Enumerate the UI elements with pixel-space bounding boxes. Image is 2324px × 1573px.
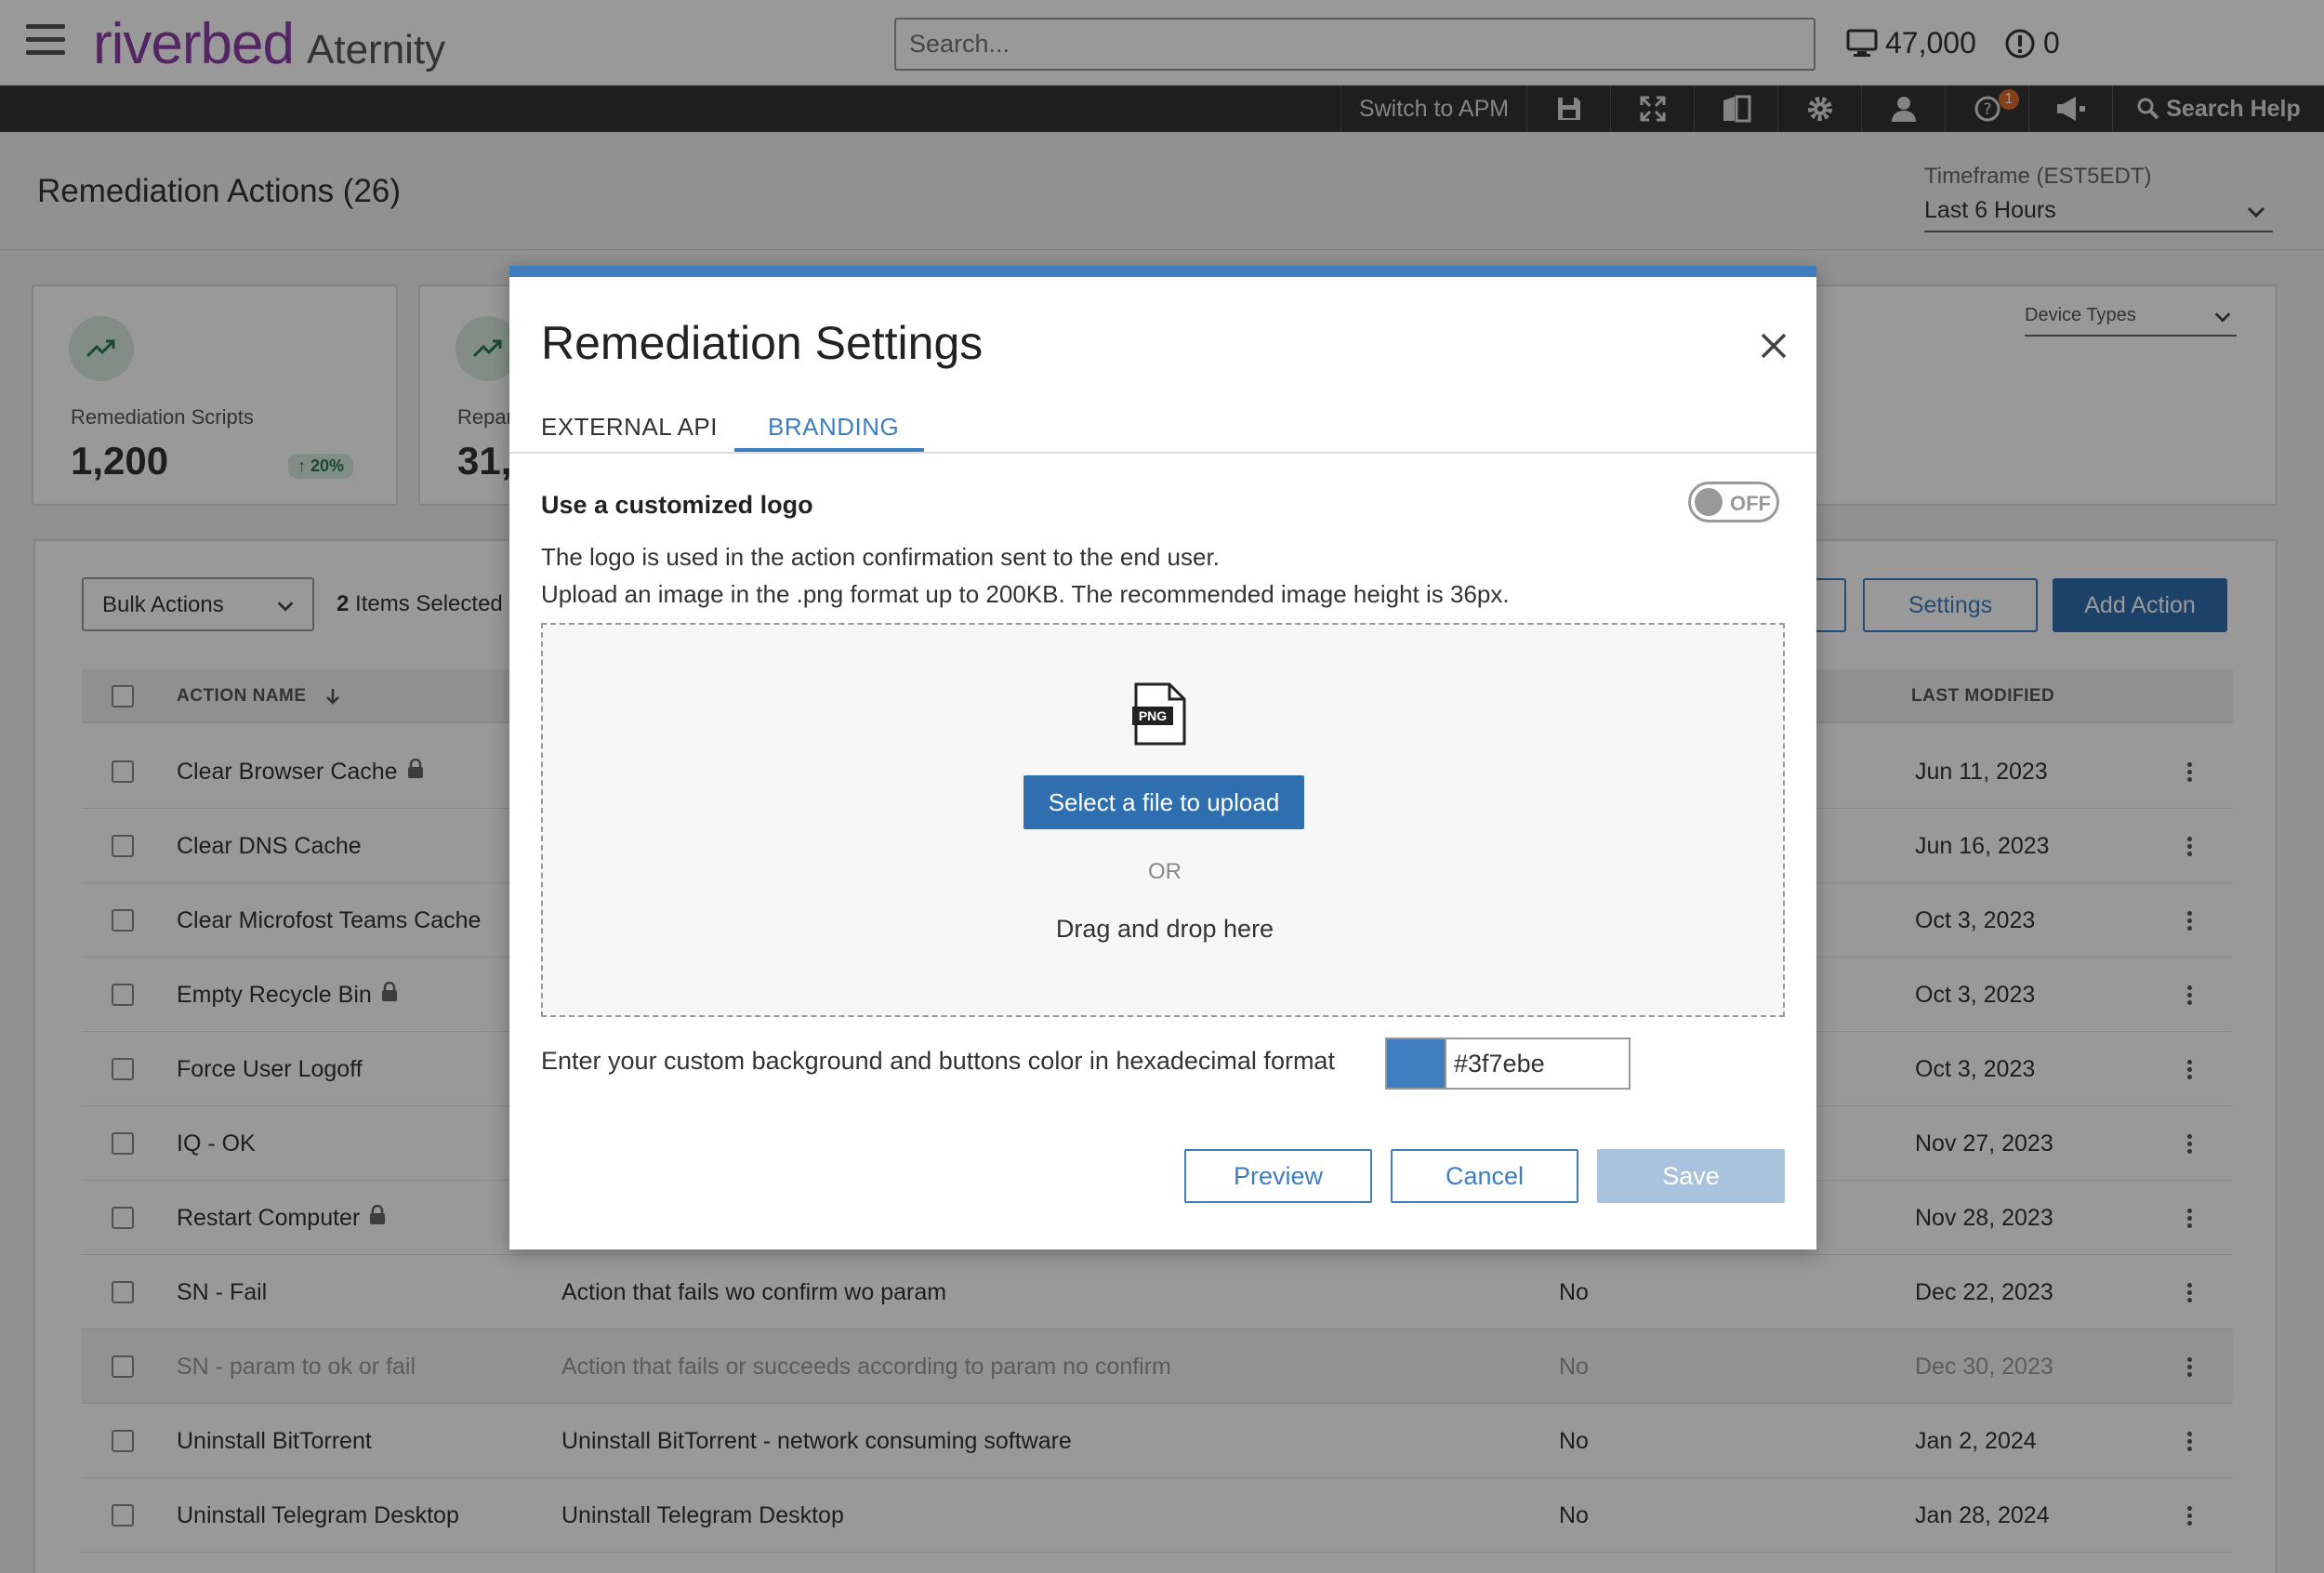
color-field-label: Enter your custom background and buttons… bbox=[541, 1047, 1335, 1075]
cancel-button[interactable]: Cancel bbox=[1391, 1149, 1578, 1203]
tab-branding[interactable]: BRANDING bbox=[768, 413, 899, 442]
png-file-label: PNG bbox=[1138, 708, 1168, 723]
drag-drop-text: Drag and drop here bbox=[1055, 915, 1274, 943]
remediation-settings-dialog: Remediation Settings EXTERNAL API BRANDI… bbox=[509, 266, 1816, 1249]
custom-logo-label: Use a customized logo bbox=[541, 491, 813, 519]
select-file-button[interactable]: Select a file to upload bbox=[1023, 775, 1304, 829]
close-icon[interactable] bbox=[1757, 329, 1790, 363]
preview-button[interactable]: Preview bbox=[1184, 1149, 1372, 1203]
active-tab-indicator bbox=[734, 448, 924, 452]
toggle-knob bbox=[1695, 488, 1723, 516]
save-button[interactable]: Save bbox=[1597, 1149, 1785, 1203]
tab-external-api[interactable]: EXTERNAL API bbox=[541, 413, 718, 442]
custom-logo-toggle[interactable]: OFF bbox=[1688, 482, 1779, 522]
logo-description-line2: Upload an image in the .png format up to… bbox=[541, 580, 1510, 608]
hex-color-input[interactable] bbox=[1445, 1038, 1631, 1090]
dialog-tabs: EXTERNAL API BRANDING bbox=[509, 398, 1816, 454]
dialog-title: Remediation Settings bbox=[541, 317, 984, 369]
or-separator: OR bbox=[1148, 859, 1182, 884]
file-drop-zone[interactable]: PNG Select a file to upload OR Drag and … bbox=[541, 623, 1785, 1017]
logo-description-line1: The logo is used in the action confirmat… bbox=[541, 543, 1220, 571]
toggle-label: OFF bbox=[1730, 492, 1771, 515]
color-swatch[interactable] bbox=[1385, 1038, 1445, 1090]
